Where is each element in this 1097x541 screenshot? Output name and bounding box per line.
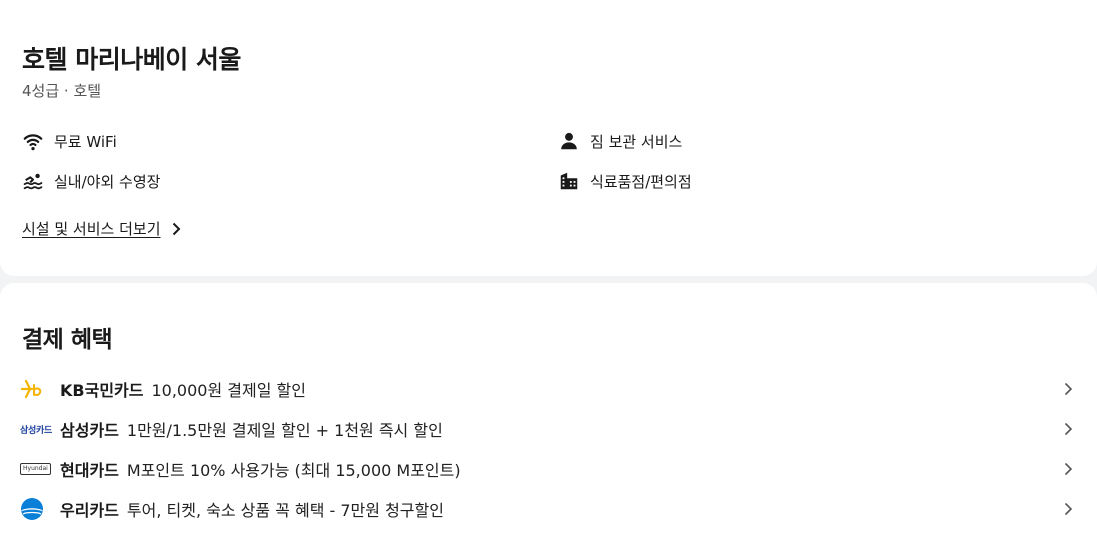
hyundai-logo-text: Hyundai <box>20 463 51 475</box>
benefit-desc: M포인트 10% 사용가능 (최대 15,000 M포인트) <box>126 461 461 480</box>
amenity-label: 짐 보관 서비스 <box>590 132 683 151</box>
kb-logo-icon <box>20 376 54 402</box>
hotel-grade: 4성급 · 호텔 <box>22 82 102 100</box>
swimming-icon <box>22 170 44 192</box>
chevron-right-icon <box>1064 462 1073 476</box>
samsung-logo-text: 삼성카드 <box>20 425 52 436</box>
card-name: 우리카드 <box>60 501 119 520</box>
wifi-icon <box>22 130 44 152</box>
card-name: KB국민카드 <box>60 381 144 400</box>
more-facilities-label: 시설 및 서비스 더보기 <box>22 220 161 238</box>
woori-logo-icon <box>20 496 54 522</box>
benefit-row-kb[interactable]: KB국민카드 10,000원 결제일 할인 <box>20 374 1075 404</box>
amenity-label: 식료품점/편의점 <box>590 172 692 191</box>
benefit-desc: 투어, 티켓, 숙소 상품 꼭 혜택 - 7만원 청구할인 <box>126 501 444 520</box>
chevron-right-icon <box>1064 382 1073 396</box>
building-icon <box>558 170 580 192</box>
card-name: 삼성카드 <box>60 421 119 440</box>
hotel-name: 호텔 마리나베이 서울 <box>22 45 241 74</box>
chevron-right-icon <box>1064 502 1073 516</box>
amenity-luggage: 짐 보관 서비스 <box>558 130 682 152</box>
samsung-logo-icon: 삼성카드 <box>20 416 54 442</box>
chevron-right-icon <box>1064 422 1073 436</box>
section-title: 결제 혜택 <box>22 327 113 353</box>
card-name: 현대카드 <box>60 461 119 480</box>
amenity-label: 무료 WiFi <box>54 132 117 151</box>
amenity-label: 실내/야외 수영장 <box>54 172 161 191</box>
amenity-pool: 실내/야외 수영장 <box>22 170 160 192</box>
amenity-store: 식료품점/편의점 <box>558 170 692 192</box>
benefit-desc: 10,000원 결제일 할인 <box>151 381 306 400</box>
more-facilities-link[interactable]: 시설 및 서비스 더보기 <box>22 218 183 239</box>
benefit-row-samsung[interactable]: 삼성카드 삼성카드 1만원/1.5만원 결제일 할인 + 1천원 즉시 할인 <box>20 414 1075 444</box>
benefit-row-woori[interactable]: 우리카드 투어, 티켓, 숙소 상품 꼭 혜택 - 7만원 청구할인 <box>20 494 1075 524</box>
person-icon <box>558 130 580 152</box>
hotel-info-card: 호텔 마리나베이 서울 4성급 · 호텔 무료 WiFi 짐 보관 서비스 실내… <box>0 0 1097 276</box>
benefit-row-hyundai[interactable]: Hyundai 현대카드 M포인트 10% 사용가능 (최대 15,000 M포… <box>20 454 1075 484</box>
benefit-desc: 1만원/1.5만원 결제일 할인 + 1천원 즉시 할인 <box>126 421 443 440</box>
amenity-wifi: 무료 WiFi <box>22 130 117 152</box>
chevron-right-icon <box>172 222 180 235</box>
hyundai-logo-icon: Hyundai <box>20 456 54 482</box>
